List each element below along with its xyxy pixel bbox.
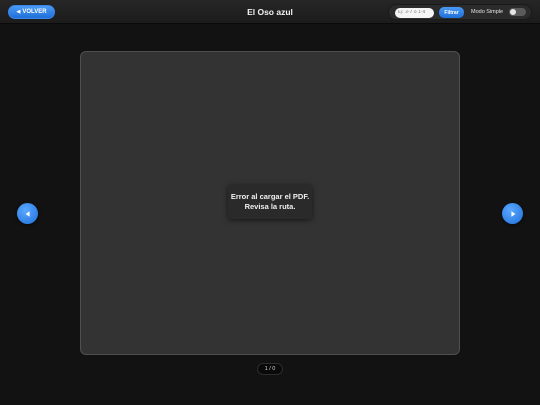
toggle-knob [510, 9, 516, 15]
previous-page-button[interactable] [17, 203, 38, 224]
page-range-input[interactable] [395, 8, 434, 18]
app-window: ◀ VOLVER El Oso azul Filtrar Modo Simple… [0, 0, 540, 405]
page-indicator: 1 / 0 [257, 363, 283, 375]
simple-mode-label: Modo Simple [471, 9, 504, 15]
back-button[interactable]: ◀ VOLVER [8, 5, 55, 19]
filter-button[interactable]: Filtrar [439, 7, 464, 18]
triangle-left-icon: ◀ [16, 9, 21, 15]
simple-mode-toggle[interactable] [509, 8, 526, 16]
error-message-line-1: Error al cargar el PDF. [230, 192, 310, 201]
filter-group: Filtrar Modo Simple [388, 4, 532, 20]
chevron-right-icon [510, 210, 515, 217]
next-page-button[interactable] [502, 203, 523, 224]
chevron-left-icon [25, 210, 30, 217]
error-message: Error al cargar el PDF. Revisa la ruta. [228, 185, 312, 219]
back-button-label: VOLVER [22, 9, 47, 15]
top-bar: ◀ VOLVER El Oso azul Filtrar Modo Simple [0, 0, 540, 24]
error-message-line-2: Revisa la ruta. [244, 202, 296, 211]
